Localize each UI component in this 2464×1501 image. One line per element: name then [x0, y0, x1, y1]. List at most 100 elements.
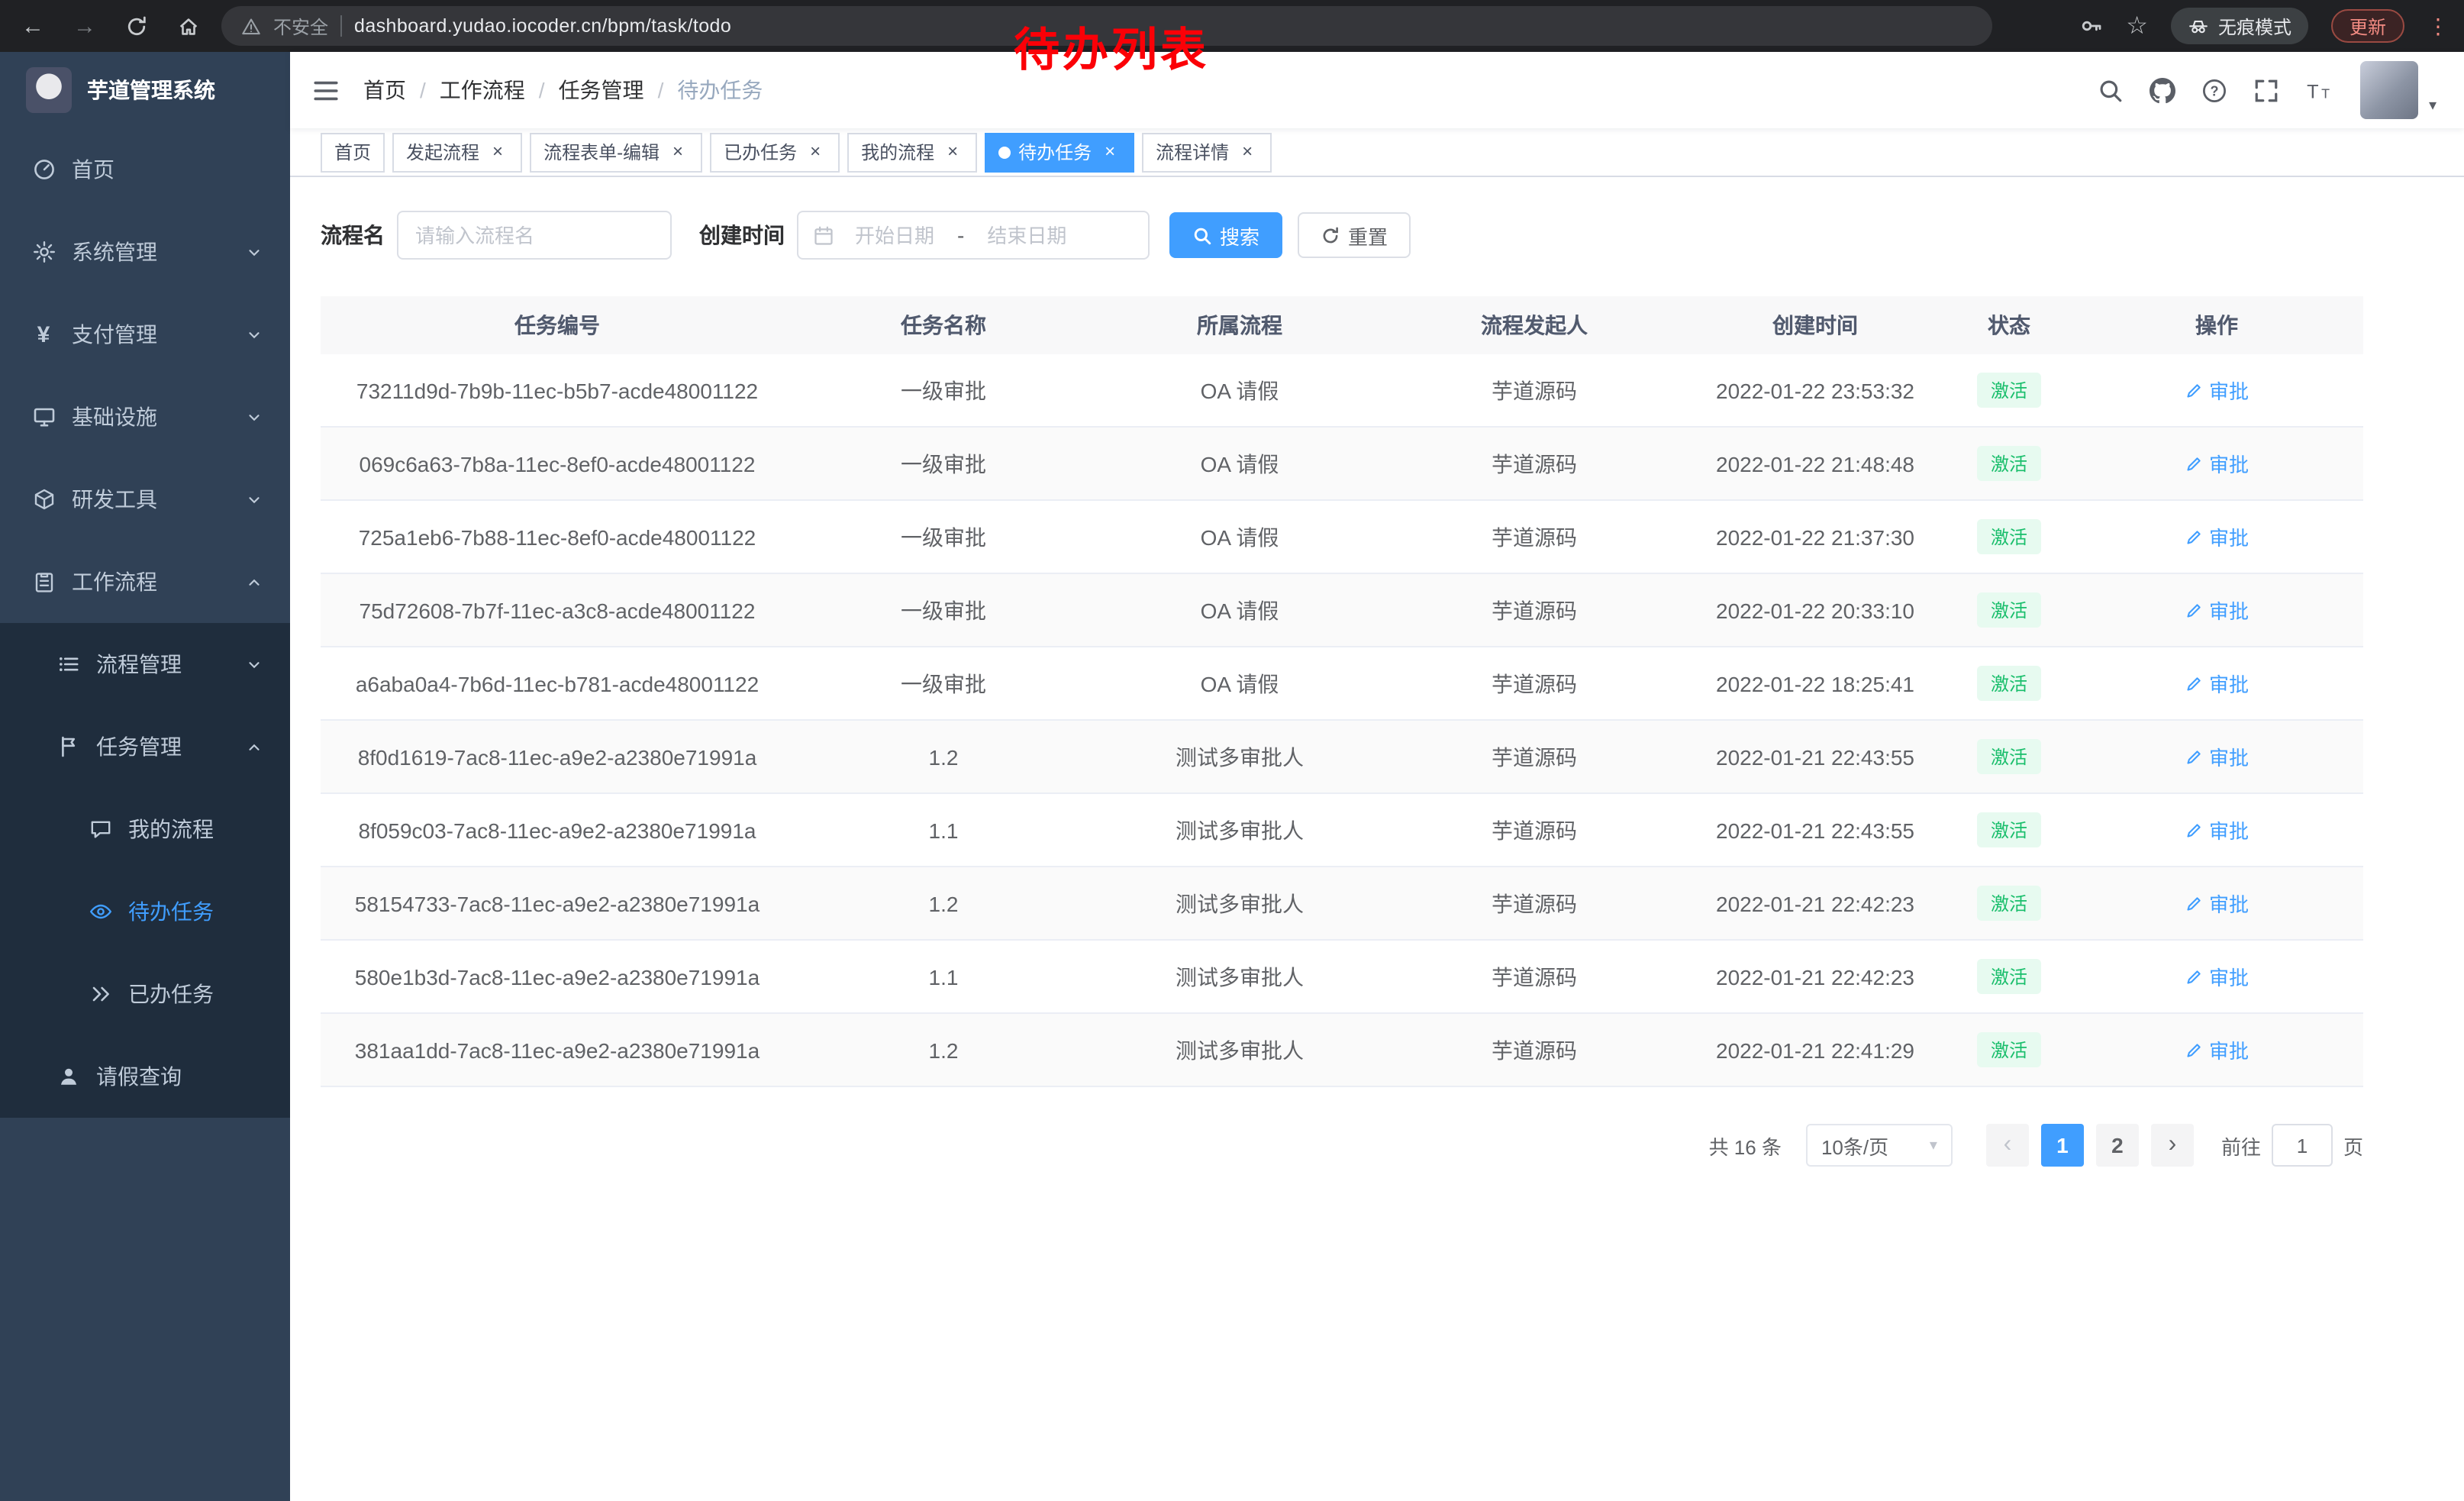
page-button-1[interactable]: 1: [2041, 1124, 2084, 1167]
date-range-picker[interactable]: -: [797, 211, 1150, 260]
prev-page-button[interactable]: ‹: [1986, 1124, 2029, 1167]
cell-task-name: 1.2: [794, 891, 1093, 915]
approve-link[interactable]: 审批: [2070, 596, 2363, 625]
gear-icon: [31, 240, 56, 264]
security-label: 不安全: [273, 13, 328, 39]
approve-link[interactable]: 审批: [2070, 522, 2363, 551]
sidebar-toggle-icon[interactable]: [311, 76, 340, 105]
sidebar-item-leave-query[interactable]: 请假查询: [0, 1035, 290, 1118]
approve-label: 审批: [2209, 596, 2249, 625]
search-button[interactable]: 搜索: [1169, 212, 1282, 258]
tab-close-icon[interactable]: ×: [805, 141, 826, 163]
sidebar-item-my-process[interactable]: 我的流程: [0, 788, 290, 870]
tab-my-process[interactable]: 我的流程×: [847, 132, 977, 172]
dashboard-icon: [31, 157, 56, 182]
approve-link[interactable]: 审批: [2070, 962, 2363, 991]
sidebar-item-todo-tasks[interactable]: 待办任务: [0, 870, 290, 953]
app-logo[interactable]: 芋道管理系统: [0, 52, 290, 128]
col-status: 状态: [1948, 310, 2070, 341]
approve-link[interactable]: 审批: [2070, 376, 2363, 405]
tab-close-icon[interactable]: ×: [1237, 141, 1258, 163]
approve-link[interactable]: 审批: [2070, 669, 2363, 698]
status-badge: 激活: [1977, 592, 2041, 628]
refresh-icon[interactable]: [125, 15, 148, 37]
sidebar-item-process-mgmt[interactable]: 流程管理: [0, 623, 290, 705]
home-icon[interactable]: [177, 15, 200, 37]
approve-link[interactable]: 审批: [2070, 889, 2363, 918]
breadcrumb-task-mgmt[interactable]: 任务管理: [559, 75, 644, 105]
key-icon[interactable]: [2079, 14, 2103, 38]
status-badge: 激活: [1977, 1032, 2041, 1067]
sidebar-item-payment[interactable]: ¥ 支付管理: [0, 293, 290, 376]
breadcrumb-home[interactable]: 首页: [363, 75, 406, 105]
col-create-time: 创建时间: [1682, 310, 1948, 341]
table-row: 725a1eb6-7b88-11ec-8ef0-acde48001122 一级审…: [321, 501, 2363, 574]
search-icon[interactable]: [2098, 77, 2124, 103]
tab-close-icon[interactable]: ×: [667, 141, 689, 163]
tab-done-tasks[interactable]: 已办任务×: [710, 132, 840, 172]
github-icon[interactable]: [2150, 77, 2175, 103]
cell-task-name: 1.2: [794, 1038, 1093, 1062]
end-date-input[interactable]: [970, 224, 1083, 247]
tab-close-icon[interactable]: ×: [1099, 141, 1121, 163]
approve-label: 审批: [2209, 1035, 2249, 1064]
sidebar-item-home[interactable]: 首页: [0, 128, 290, 211]
approve-link[interactable]: 审批: [2070, 449, 2363, 478]
table-row: a6aba0a4-7b6d-11ec-b781-acde48001122 一级审…: [321, 647, 2363, 721]
tab-close-icon[interactable]: ×: [942, 141, 963, 163]
tab-process-detail[interactable]: 流程详情×: [1142, 132, 1272, 172]
table-header: 任务编号 任务名称 所属流程 流程发起人 创建时间 状态 操作: [321, 296, 2363, 354]
cell-task-name: 一级审批: [794, 521, 1093, 552]
sidebar-item-system[interactable]: 系统管理: [0, 211, 290, 293]
svg-text:T: T: [2307, 81, 2318, 102]
reset-button[interactable]: 重置: [1298, 212, 1411, 258]
tab-home[interactable]: 首页: [321, 132, 385, 172]
page-size-select[interactable]: 10条/页 ▾: [1806, 1124, 1953, 1167]
font-size-icon[interactable]: TT: [2305, 77, 2334, 103]
table-row: 381aa1dd-7ac8-11ec-a9e2-a2380e71991a 1.2…: [321, 1014, 2363, 1087]
next-page-button[interactable]: ›: [2151, 1124, 2194, 1167]
breadcrumb-separator: /: [420, 78, 426, 102]
bookmark-star-icon[interactable]: ☆: [2126, 11, 2148, 41]
start-date-input[interactable]: [838, 224, 951, 247]
sidebar-item-label: 请假查询: [96, 1061, 182, 1092]
forward-icon[interactable]: →: [73, 13, 96, 39]
sidebar-item-infra[interactable]: 基础设施: [0, 376, 290, 458]
tab-close-icon[interactable]: ×: [487, 141, 508, 163]
sidebar-item-task-mgmt[interactable]: 任务管理: [0, 705, 290, 788]
approve-link[interactable]: 审批: [2070, 815, 2363, 844]
goto-page: 前往 页: [2221, 1124, 2363, 1167]
status-badge: 激活: [1977, 666, 2041, 701]
tab-todo-tasks[interactable]: 待办任务×: [985, 132, 1134, 172]
cell-task-id: 73211d9d-7b9b-11ec-b5b7-acde48001122: [321, 378, 794, 402]
site-warning-icon[interactable]: [241, 16, 261, 36]
approve-label: 审批: [2209, 742, 2249, 771]
goto-page-input[interactable]: [2272, 1124, 2333, 1167]
sidebar-item-workflow[interactable]: 工作流程: [0, 541, 290, 623]
help-icon[interactable]: ?: [2201, 77, 2227, 103]
approve-label: 审批: [2209, 669, 2249, 698]
sidebar-item-done-tasks[interactable]: 已办任务: [0, 953, 290, 1035]
table-row: 73211d9d-7b9b-11ec-b5b7-acde48001122 一级审…: [321, 354, 2363, 428]
back-icon[interactable]: ←: [21, 13, 44, 39]
fullscreen-icon[interactable]: [2253, 77, 2279, 103]
logo-image: [26, 67, 72, 113]
approve-link[interactable]: 审批: [2070, 742, 2363, 771]
cell-task-id: 8f059c03-7ac8-11ec-a9e2-a2380e71991a: [321, 818, 794, 842]
tab-start-process[interactable]: 发起流程×: [392, 132, 522, 172]
approve-link[interactable]: 审批: [2070, 1035, 2363, 1064]
table-row: 58154733-7ac8-11ec-a9e2-a2380e71991a 1.2…: [321, 867, 2363, 941]
sidebar-item-devtools[interactable]: 研发工具: [0, 458, 290, 541]
avatar-caret-icon[interactable]: ▾: [2429, 98, 2437, 115]
user-avatar[interactable]: [2360, 61, 2418, 119]
url-text: dashboard.yudao.iocoder.cn/bpm/task/todo: [354, 15, 731, 37]
browser-update-button[interactable]: 更新: [2331, 9, 2404, 43]
tab-form-edit[interactable]: 流程表单-编辑×: [530, 132, 702, 172]
cell-process: 测试多审批人: [1093, 961, 1386, 992]
browser-menu-icon[interactable]: ⋮: [2427, 13, 2449, 39]
page-button-2[interactable]: 2: [2096, 1124, 2139, 1167]
process-name-input[interactable]: [397, 211, 672, 260]
cell-task-id: 58154733-7ac8-11ec-a9e2-a2380e71991a: [321, 891, 794, 915]
breadcrumb-workflow[interactable]: 工作流程: [440, 75, 525, 105]
col-actions: 操作: [2070, 310, 2363, 341]
